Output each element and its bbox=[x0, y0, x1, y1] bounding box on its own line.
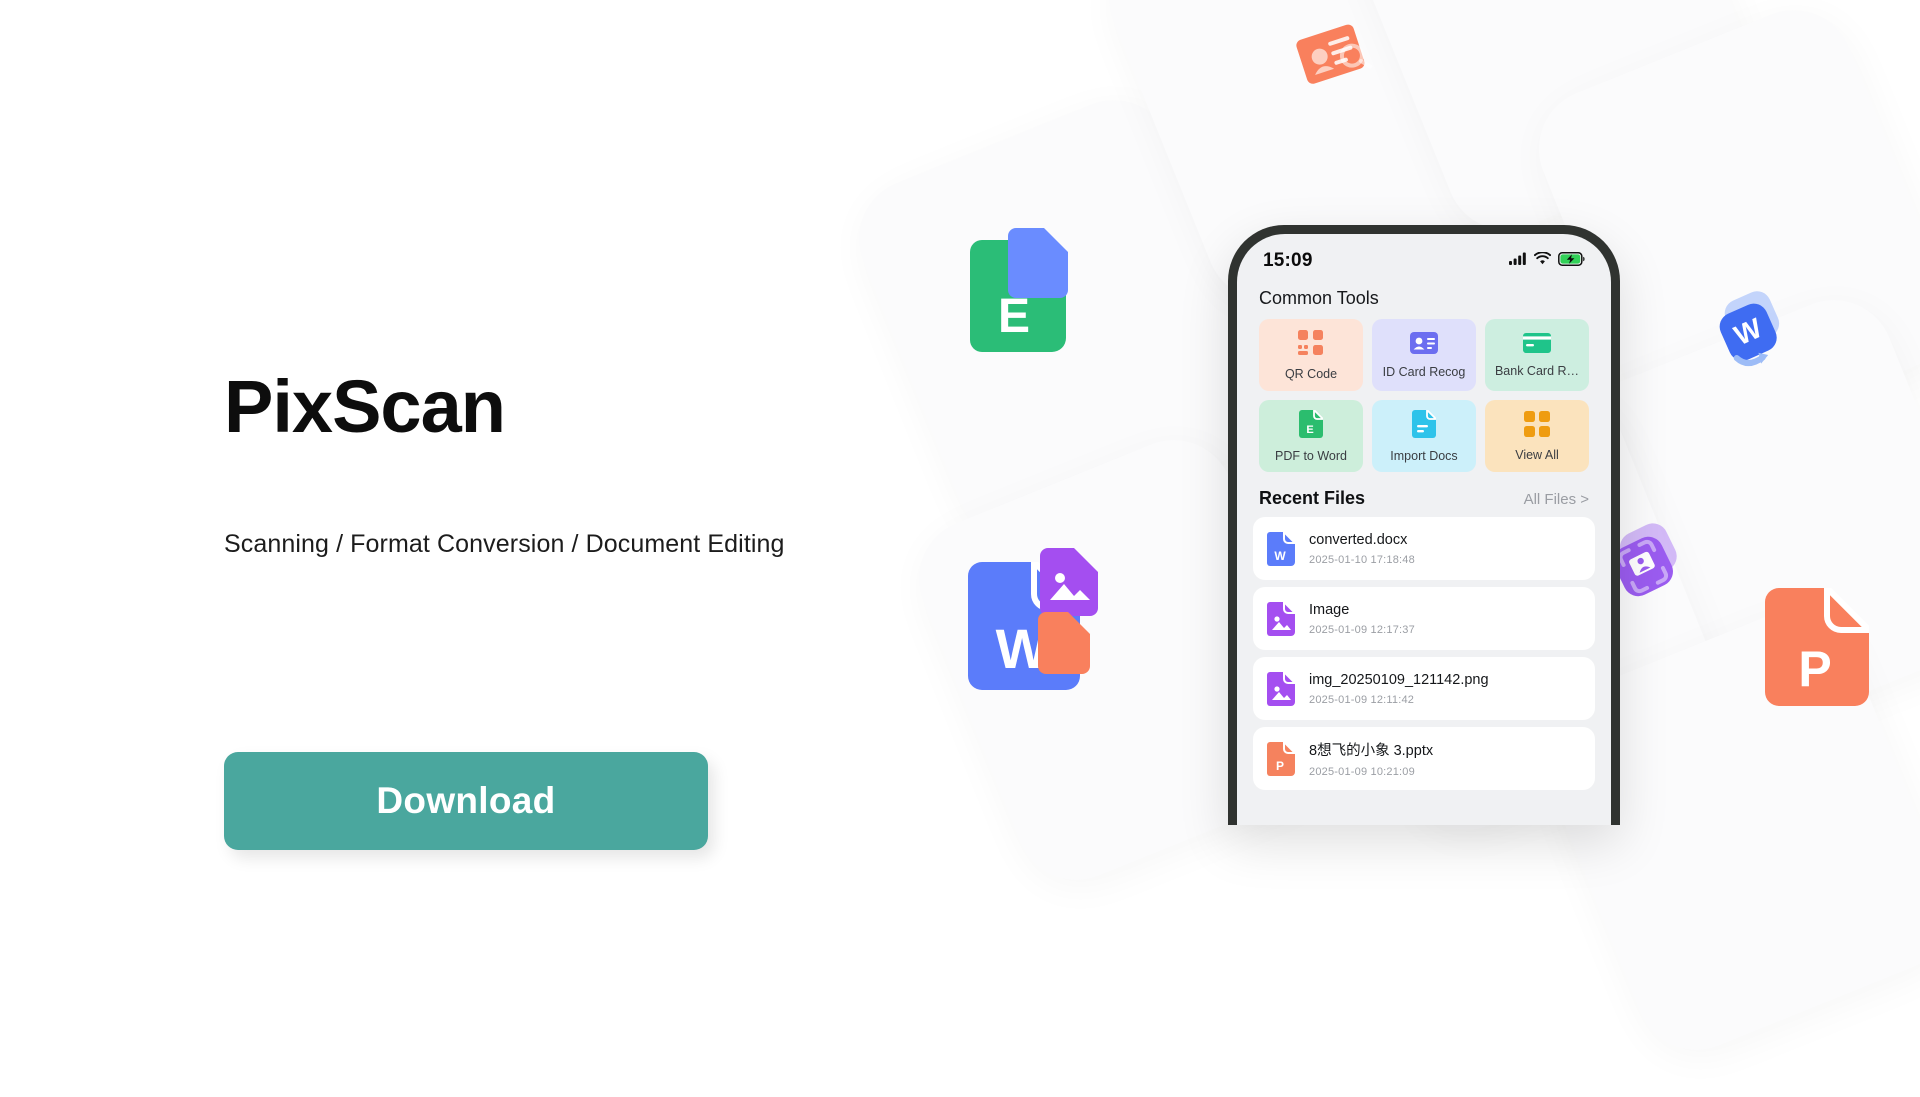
import-docs-icon bbox=[1412, 407, 1439, 443]
common-tools-grid: QR Code ID Card Recog Bank Card R… E PDF… bbox=[1237, 309, 1611, 472]
ppt-doc-icon-small bbox=[1038, 612, 1090, 674]
list-item[interactable]: img_20250109_121142.png 2025-01-09 12:11… bbox=[1253, 657, 1595, 720]
list-item[interactable]: Image 2025-01-09 12:17:37 bbox=[1253, 587, 1595, 650]
file-name: Image bbox=[1309, 601, 1350, 618]
status-bar-time: 15:09 bbox=[1263, 250, 1313, 271]
svg-text:E: E bbox=[1306, 424, 1313, 436]
word-file-icon: W bbox=[1267, 529, 1298, 566]
file-name: img_20250109_121142.png bbox=[1309, 671, 1489, 688]
svg-text:P: P bbox=[1798, 641, 1831, 697]
file-date: 2025-01-09 12:17:37 bbox=[1309, 623, 1415, 636]
download-button[interactable]: Download bbox=[224, 752, 708, 850]
download-button-label: Download bbox=[376, 780, 556, 821]
recent-files-header: Recent Files All Files > bbox=[1237, 472, 1611, 509]
qr-code-icon bbox=[1298, 329, 1324, 361]
tool-view-all[interactable]: View All bbox=[1485, 400, 1589, 472]
tool-label: Import Docs bbox=[1390, 448, 1458, 463]
status-bar: 15:09 bbox=[1237, 234, 1611, 280]
id-card-icon bbox=[1410, 331, 1438, 359]
svg-text:W: W bbox=[1274, 549, 1286, 563]
hero-section: PixScan Scanning / Format Conversion / D… bbox=[224, 0, 984, 1097]
ppt-file-icon: P bbox=[1267, 739, 1298, 776]
file-date: 2025-01-09 10:21:09 bbox=[1309, 766, 1415, 778]
phone-screen: 15:09 Common Tools QR Code ID Card Recog… bbox=[1237, 234, 1611, 825]
tool-label: View All bbox=[1515, 447, 1559, 462]
recent-files-title: Recent Files bbox=[1259, 488, 1366, 508]
tool-label: Bank Card R… bbox=[1494, 363, 1580, 378]
tool-label: QR Code bbox=[1284, 366, 1338, 381]
file-date: 2025-01-09 12:11:42 bbox=[1309, 693, 1415, 706]
common-tools-title: Common Tools bbox=[1259, 288, 1379, 308]
hero-subtitle: Scanning / Format Conversion / Document … bbox=[224, 530, 785, 558]
powerpoint-doc-icon: P bbox=[1765, 588, 1869, 706]
page-title: PixScan bbox=[224, 365, 506, 448]
list-item[interactable]: P 8想飞的小象 3.pptx 2025-01-09 10:21:09 bbox=[1253, 727, 1595, 790]
landing-page: PixScan Scanning / Format Conversion / D… bbox=[0, 0, 1920, 1097]
tool-bank-card-recog[interactable]: Bank Card R… bbox=[1485, 319, 1589, 391]
wifi-icon bbox=[1533, 251, 1552, 270]
phone-mockup: 15:09 Common Tools QR Code ID Card Recog… bbox=[1228, 225, 1620, 825]
cellular-signal-icon bbox=[1509, 252, 1527, 270]
tool-label: PDF to Word bbox=[1274, 448, 1347, 463]
battery-charging-icon bbox=[1558, 251, 1585, 271]
file-name: 8想飞的小象 3.pptx bbox=[1309, 743, 1434, 759]
tool-qr-code[interactable]: QR Code bbox=[1259, 319, 1363, 391]
pdf-to-word-icon: E bbox=[1299, 407, 1326, 443]
svg-text:P: P bbox=[1276, 759, 1284, 773]
tool-label: ID Card Recog bbox=[1382, 364, 1466, 379]
image-doc-icon-top bbox=[1008, 228, 1068, 298]
list-item[interactable]: W converted.docx 2025-01-10 17:18:48 bbox=[1253, 517, 1595, 580]
tool-id-card-recog[interactable]: ID Card Recog bbox=[1372, 319, 1476, 391]
all-files-link[interactable]: All Files > bbox=[1524, 491, 1589, 508]
image-file-icon bbox=[1267, 669, 1298, 706]
recent-files-list: W converted.docx 2025-01-10 17:18:48 Ima… bbox=[1237, 509, 1611, 790]
tool-import-docs[interactable]: Import Docs bbox=[1372, 400, 1476, 472]
view-all-grid-icon bbox=[1524, 410, 1550, 442]
file-date: 2025-01-10 17:18:48 bbox=[1309, 553, 1415, 566]
product-showcase: E W P W 15:09 Common Tools QR Code ID Ca… bbox=[840, 0, 1920, 1097]
bank-card-icon bbox=[1523, 332, 1551, 358]
image-doc-icon bbox=[1040, 548, 1098, 616]
tool-pdf-to-word[interactable]: E PDF to Word bbox=[1259, 400, 1363, 472]
file-name: converted.docx bbox=[1309, 531, 1408, 548]
image-file-icon bbox=[1267, 599, 1298, 636]
